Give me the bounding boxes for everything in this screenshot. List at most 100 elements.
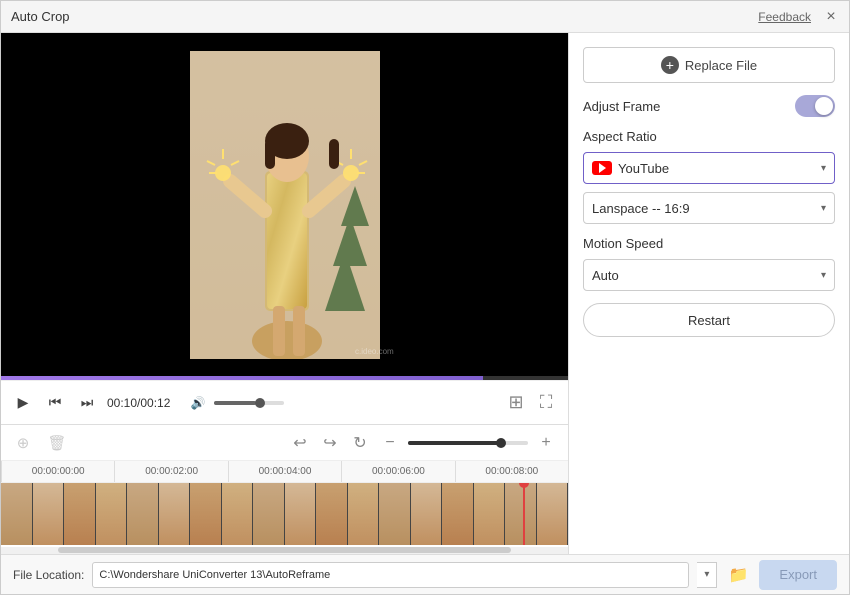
- motion-option-label: Auto: [592, 268, 619, 283]
- redo-button[interactable]: ↪: [318, 431, 342, 455]
- ruler-mark-4: 00:00:08:00: [455, 461, 568, 483]
- video-content: c.ideo.com: [15, 51, 555, 359]
- thumb-5: [127, 483, 159, 545]
- controls-bar: ▶ ⏮ ⏭ 00:10/00:12 🔊 ⊞ ⛶: [1, 380, 568, 424]
- thumb-11: [316, 483, 348, 545]
- undo-button[interactable]: ↩: [288, 431, 312, 455]
- right-panel: + Replace File Adjust Frame Aspect Ratio: [569, 33, 849, 554]
- timeline-scroll[interactable]: [1, 547, 568, 554]
- thumb-13: [379, 483, 411, 545]
- timeline-scrollbar: [58, 547, 512, 553]
- close-button[interactable]: ×: [823, 9, 839, 25]
- thumb-1: [1, 483, 33, 545]
- progress-bar[interactable]: [1, 376, 568, 380]
- export-button[interactable]: Export: [759, 560, 837, 590]
- adjust-frame-row: Adjust Frame: [583, 95, 835, 117]
- file-path-dropdown-button[interactable]: ▾: [697, 562, 717, 588]
- dropdown-left: YouTube: [592, 161, 669, 176]
- volume-area: 🔊: [186, 391, 284, 415]
- plus-icon: +: [661, 56, 679, 74]
- skip-back-button[interactable]: ⏮: [43, 391, 67, 415]
- motion-dropdown-left: Auto: [592, 268, 619, 283]
- ruler-mark-2: 00:00:04:00: [228, 461, 341, 483]
- volume-fill: [214, 401, 256, 405]
- zoom-slider[interactable]: [408, 441, 528, 445]
- timeline-area: ⊕ 🗑 ↩ ↪ ↻ − +: [1, 424, 568, 554]
- motion-speed-dropdown[interactable]: Auto ▾: [583, 259, 835, 291]
- thumb-14: [411, 483, 443, 545]
- thumb-15: [442, 483, 474, 545]
- video-area: c.ideo.com: [1, 33, 568, 376]
- ruler-marks: 00:00:00:00 00:00:02:00 00:00:04:00 00:0…: [1, 461, 568, 483]
- feedback-link[interactable]: Feedback: [758, 10, 811, 24]
- playhead[interactable]: [523, 483, 525, 545]
- landscape-label: Lanspace -- 16:9: [592, 201, 690, 216]
- timeline-toolbar: ⊕ 🗑 ↩ ↪ ↻ − +: [1, 425, 568, 461]
- svg-text:c.ideo.com: c.ideo.com: [355, 347, 394, 356]
- motion-speed-section: Motion Speed Auto ▾: [583, 236, 835, 291]
- fullscreen-button[interactable]: ⛶: [534, 391, 558, 415]
- restart-label: Restart: [688, 313, 730, 328]
- crop-view-button[interactable]: ⊞: [504, 391, 528, 415]
- time-display: 00:10/00:12: [107, 396, 170, 410]
- ruler-mark-3: 00:00:06:00: [341, 461, 454, 483]
- thumb-8: [222, 483, 254, 545]
- yt-play-icon: [599, 163, 606, 173]
- titlebar: Auto Crop Feedback ×: [1, 1, 849, 33]
- video-frame-container: c.ideo.com: [1, 33, 568, 376]
- timecode-ruler: 00:00:00:00 00:00:02:00 00:00:04:00 00:0…: [1, 461, 568, 483]
- skip-forward-button[interactable]: ⏭: [75, 391, 99, 415]
- thumb-2: [33, 483, 65, 545]
- adjust-frame-toggle[interactable]: [795, 95, 835, 117]
- volume-thumb: [255, 398, 265, 408]
- aspect-ratio-section: Aspect Ratio YouTube ▾ Lanspace -- 16:9: [583, 129, 835, 224]
- file-path-input[interactable]: [92, 562, 689, 588]
- thumb-4: [96, 483, 128, 545]
- thumb-12: [348, 483, 380, 545]
- zoom-thumb: [496, 438, 506, 448]
- volume-slider[interactable]: [214, 401, 284, 405]
- ruler-mark-1: 00:00:02:00: [114, 461, 227, 483]
- timeline-track[interactable]: [1, 483, 568, 545]
- titlebar-actions: Feedback ×: [758, 9, 839, 25]
- progress-fill: [1, 376, 483, 380]
- left-panel: c.ideo.com: [1, 33, 569, 554]
- zoom-controls: ↩ ↪ ↻ − +: [288, 431, 558, 455]
- youtube-icon: [592, 161, 612, 175]
- video-bg: c.ideo.com: [1, 33, 568, 376]
- landscape-dropdown[interactable]: Lanspace -- 16:9 ▾: [583, 192, 835, 224]
- bottom-bar: File Location: ▾ 📁 Export: [1, 554, 849, 594]
- ruler-mark-0: 00:00:00:00: [1, 461, 114, 483]
- replace-file-label: Replace File: [685, 58, 757, 73]
- thumb-3: [64, 483, 96, 545]
- thumb-9: [253, 483, 285, 545]
- timeline-thumbnails: [1, 483, 568, 545]
- zoom-in-button[interactable]: +: [534, 431, 558, 455]
- restart-button[interactable]: Restart: [583, 303, 835, 337]
- youtube-label: YouTube: [618, 161, 669, 176]
- thumb-7: [190, 483, 222, 545]
- youtube-dropdown[interactable]: YouTube ▾: [583, 152, 835, 184]
- landscape-dropdown-left: Lanspace -- 16:9: [592, 201, 690, 216]
- add-clip-button[interactable]: ⊕: [11, 431, 35, 455]
- fullscreen-buttons: ⊞ ⛶: [504, 391, 558, 415]
- thumb-18: [537, 483, 569, 545]
- motion-speed-label: Motion Speed: [583, 236, 835, 251]
- window-title: Auto Crop: [11, 9, 70, 24]
- thumb-10: [285, 483, 317, 545]
- zoom-out-button[interactable]: −: [378, 431, 402, 455]
- dropdown-arrow-icon: ▾: [821, 163, 826, 174]
- volume-icon[interactable]: 🔊: [186, 391, 210, 415]
- refresh-button[interactable]: ↻: [348, 431, 372, 455]
- folder-button[interactable]: 📁: [725, 562, 751, 588]
- delete-clip-button[interactable]: 🗑: [45, 431, 69, 455]
- motion-arrow-icon: ▾: [821, 270, 826, 281]
- adjust-frame-label: Adjust Frame: [583, 99, 660, 114]
- thumb-16: [474, 483, 506, 545]
- toggle-thumb: [815, 97, 833, 115]
- replace-file-button[interactable]: + Replace File: [583, 47, 835, 83]
- main-window: Auto Crop Feedback ×: [0, 0, 850, 595]
- aspect-ratio-label: Aspect Ratio: [583, 129, 835, 144]
- landscape-arrow-icon: ▾: [821, 203, 826, 214]
- play-button[interactable]: ▶: [11, 391, 35, 415]
